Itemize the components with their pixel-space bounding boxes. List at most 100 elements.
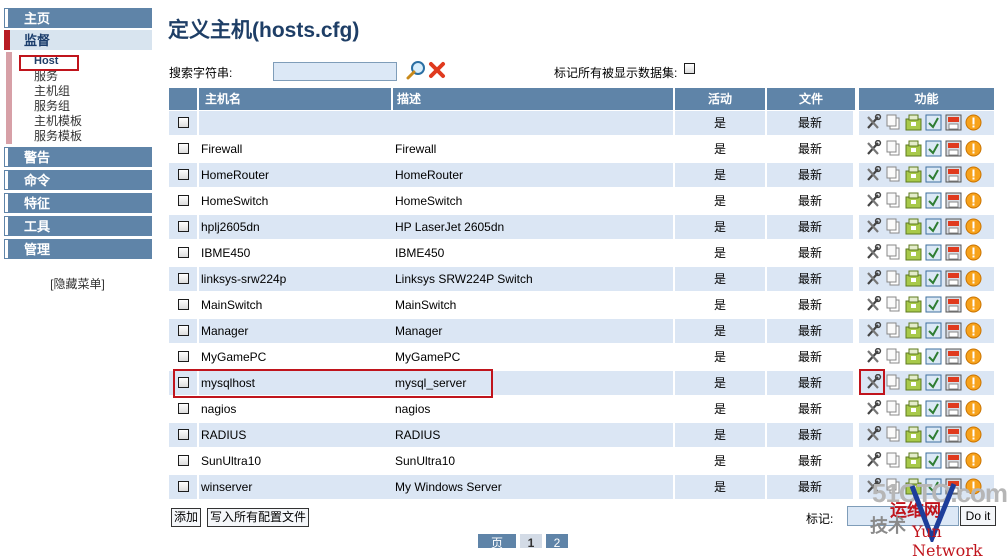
submenu-services[interactable]: 服务 — [34, 69, 58, 84]
delete-icon[interactable] — [965, 270, 982, 287]
row-checkbox[interactable] — [177, 117, 189, 128]
menu-home[interactable]: 主页 — [4, 8, 152, 28]
delete-icon[interactable] — [965, 218, 982, 235]
write-file-icon[interactable] — [945, 114, 962, 131]
modify-icon[interactable] — [865, 217, 882, 235]
modify-icon[interactable] — [865, 113, 882, 131]
copy-icon[interactable] — [885, 296, 902, 313]
copy-icon[interactable] — [885, 452, 902, 469]
copy-icon[interactable] — [885, 374, 902, 391]
delete-icon[interactable] — [965, 400, 982, 417]
download-icon[interactable] — [905, 296, 922, 313]
copy-icon[interactable] — [885, 114, 902, 131]
write-file-icon[interactable] — [945, 426, 962, 443]
row-checkbox[interactable] — [177, 325, 189, 336]
header-active[interactable]: 活动 — [675, 88, 765, 110]
write-file-icon[interactable] — [945, 452, 962, 469]
host-name[interactable]: MainSwitch — [199, 293, 393, 317]
info-icon[interactable] — [925, 270, 942, 287]
host-name[interactable]: winserver — [199, 475, 393, 499]
download-icon[interactable] — [905, 348, 922, 365]
modify-icon[interactable] — [865, 347, 882, 365]
submenu-service-templates[interactable]: 服务模板 — [34, 129, 82, 144]
download-icon[interactable] — [905, 218, 922, 235]
info-icon[interactable] — [925, 192, 942, 209]
row-checkbox[interactable] — [177, 455, 189, 466]
row-checkbox[interactable] — [177, 351, 189, 362]
delete-icon[interactable] — [965, 244, 982, 261]
header-hostname[interactable]: 主机名 — [199, 88, 391, 110]
submenu-servicegroups[interactable]: 服务组 — [34, 99, 70, 114]
copy-icon[interactable] — [885, 322, 902, 339]
info-icon[interactable] — [925, 452, 942, 469]
host-name[interactable]: linksys-srw224p — [199, 267, 393, 291]
modify-icon[interactable] — [865, 451, 882, 469]
copy-icon[interactable] — [885, 426, 902, 443]
modify-icon[interactable] — [865, 425, 882, 443]
write-file-icon[interactable] — [945, 296, 962, 313]
info-icon[interactable] — [925, 244, 942, 261]
download-icon[interactable] — [905, 166, 922, 183]
modify-icon[interactable] — [865, 191, 882, 209]
write-file-icon[interactable] — [945, 218, 962, 235]
download-icon[interactable] — [905, 140, 922, 157]
info-icon[interactable] — [925, 374, 942, 391]
copy-icon[interactable] — [885, 192, 902, 209]
download-icon[interactable] — [905, 374, 922, 391]
host-name[interactable]: IBME450 — [199, 241, 393, 265]
search-icon[interactable] — [405, 60, 427, 80]
row-checkbox[interactable] — [177, 195, 189, 206]
delete-icon[interactable] — [965, 374, 982, 391]
modify-icon[interactable] — [865, 243, 882, 261]
host-name[interactable]: HomeSwitch — [199, 189, 393, 213]
copy-icon[interactable] — [885, 270, 902, 287]
header-file[interactable]: 文件 — [767, 88, 855, 110]
clear-filter-icon[interactable] — [427, 60, 447, 80]
download-icon[interactable] — [905, 192, 922, 209]
modify-icon[interactable] — [865, 295, 882, 313]
row-checkbox[interactable] — [177, 403, 189, 414]
host-name[interactable] — [199, 111, 393, 135]
delete-icon[interactable] — [965, 426, 982, 443]
menu-monitor[interactable]: 监督 — [4, 30, 152, 50]
info-icon[interactable] — [925, 426, 942, 443]
host-name[interactable]: SunUltra10 — [199, 449, 393, 473]
host-name[interactable]: HomeRouter — [199, 163, 393, 187]
submenu-hostgroups[interactable]: 主机组 — [34, 84, 70, 99]
menu-commands[interactable]: 命令 — [4, 170, 152, 190]
host-name[interactable]: Manager — [199, 319, 393, 343]
host-name[interactable]: nagios — [199, 397, 393, 421]
host-name[interactable]: MyGamePC — [199, 345, 393, 369]
write-file-icon[interactable] — [945, 348, 962, 365]
delete-icon[interactable] — [965, 140, 982, 157]
download-icon[interactable] — [905, 270, 922, 287]
row-checkbox[interactable] — [177, 169, 189, 180]
download-icon[interactable] — [905, 322, 922, 339]
host-name[interactable]: Firewall — [199, 137, 393, 161]
info-icon[interactable] — [925, 140, 942, 157]
delete-icon[interactable] — [965, 322, 982, 339]
download-icon[interactable] — [905, 452, 922, 469]
copy-icon[interactable] — [885, 244, 902, 261]
delete-icon[interactable] — [965, 296, 982, 313]
copy-icon[interactable] — [885, 400, 902, 417]
write-file-icon[interactable] — [945, 322, 962, 339]
modify-icon[interactable] — [865, 139, 882, 157]
delete-icon[interactable] — [965, 192, 982, 209]
menu-admin[interactable]: 管理 — [4, 239, 152, 259]
write-file-icon[interactable] — [945, 166, 962, 183]
info-icon[interactable] — [925, 322, 942, 339]
delete-icon[interactable] — [965, 166, 982, 183]
info-icon[interactable] — [925, 296, 942, 313]
search-input[interactable] — [273, 62, 397, 81]
copy-icon[interactable] — [885, 166, 902, 183]
download-icon[interactable] — [905, 400, 922, 417]
row-checkbox[interactable] — [177, 481, 189, 492]
info-icon[interactable] — [925, 348, 942, 365]
info-icon[interactable] — [925, 400, 942, 417]
write-file-icon[interactable] — [945, 244, 962, 261]
download-icon[interactable] — [905, 244, 922, 261]
delete-icon[interactable] — [965, 452, 982, 469]
write-file-icon[interactable] — [945, 400, 962, 417]
delete-icon[interactable] — [965, 348, 982, 365]
